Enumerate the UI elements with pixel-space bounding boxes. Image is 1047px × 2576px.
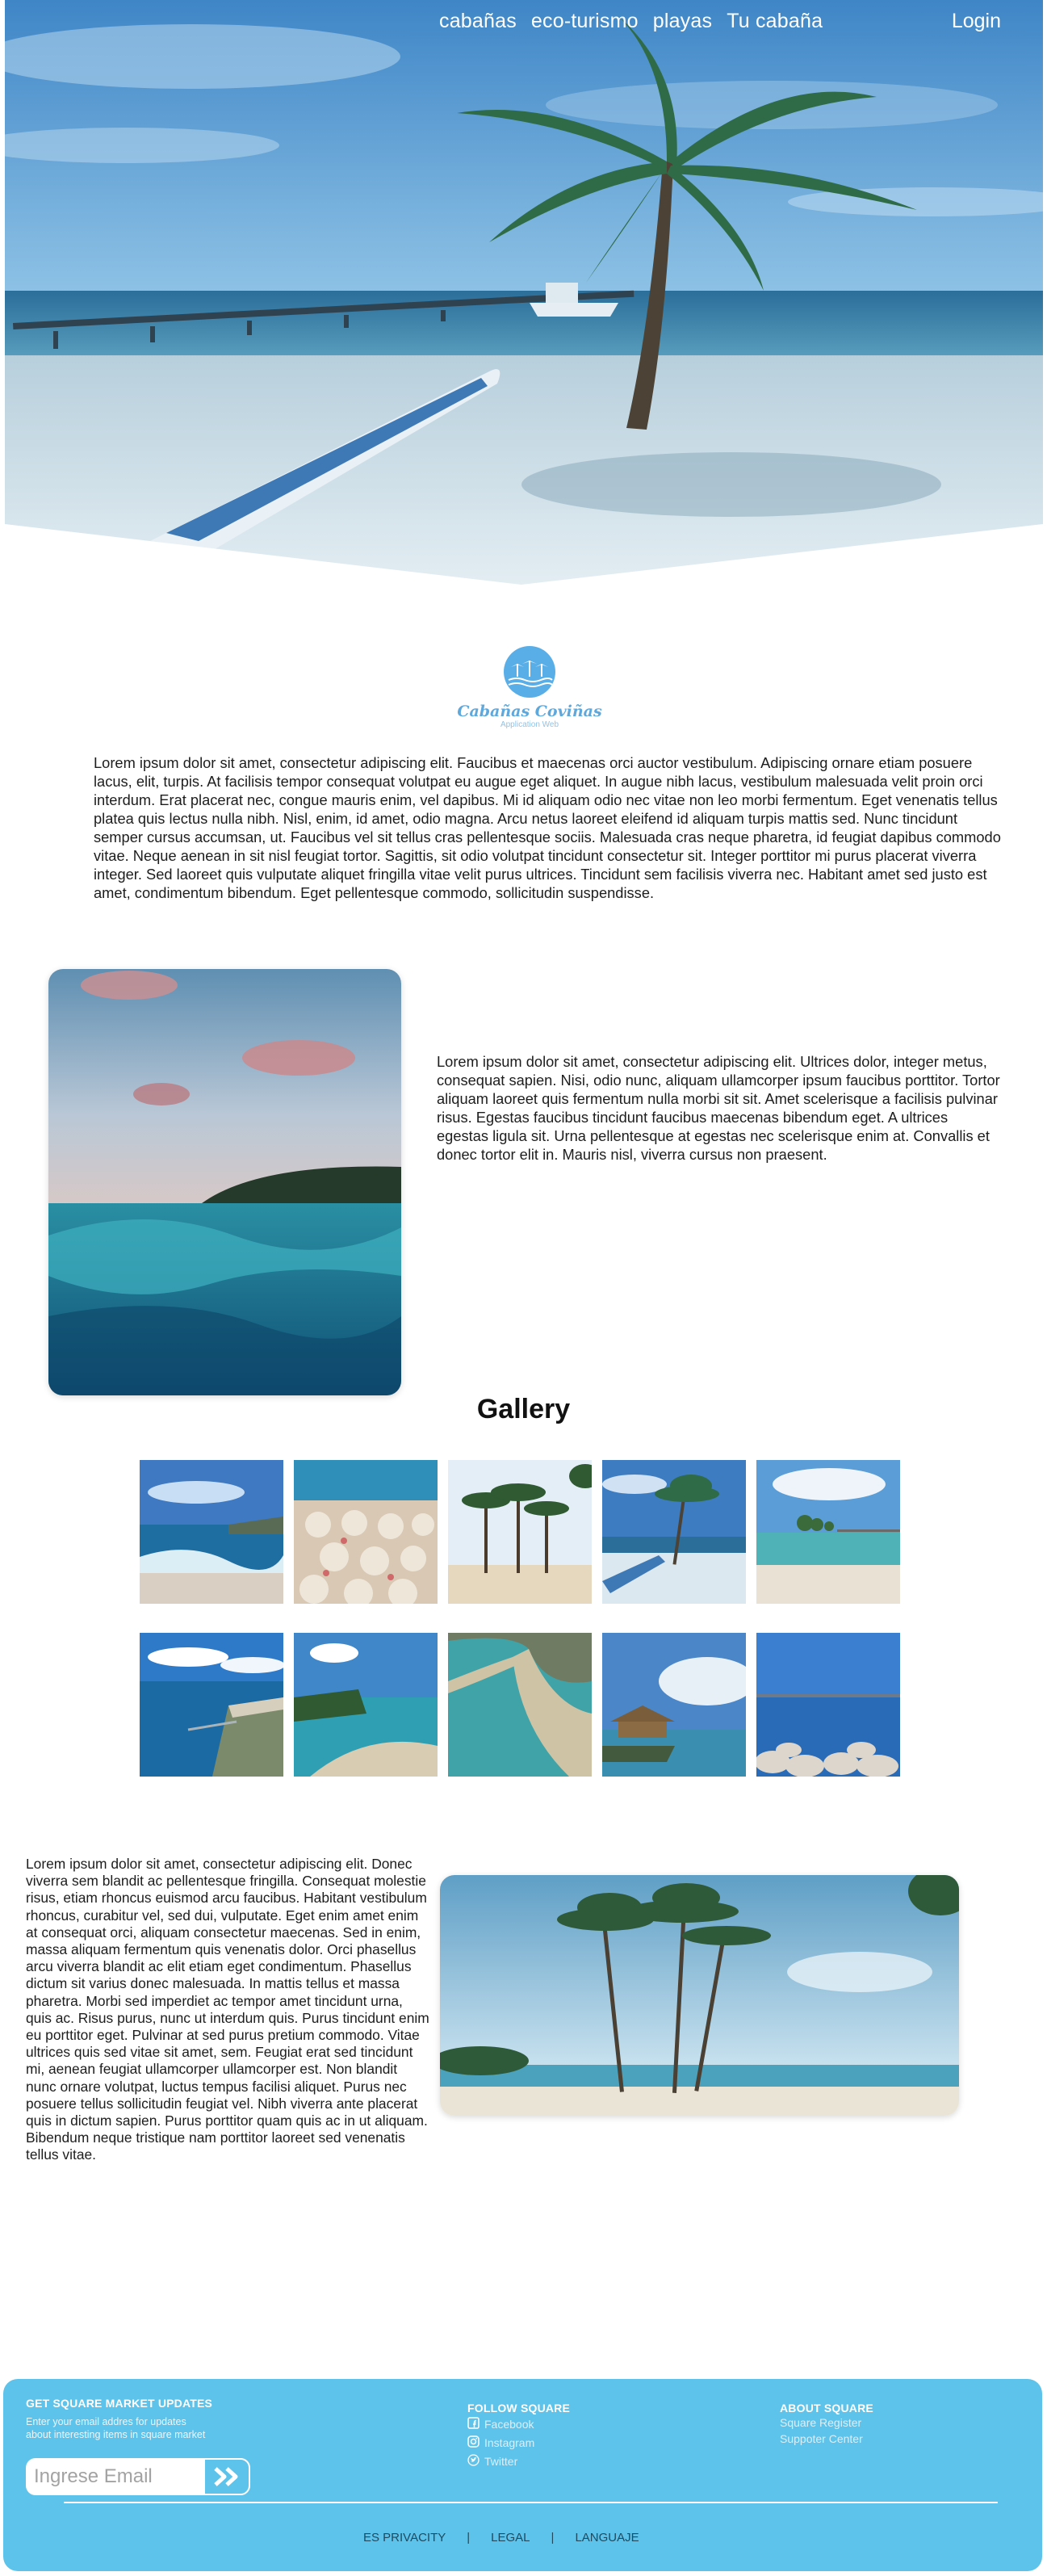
social-label-facebook: Facebook (484, 2417, 534, 2431)
footer-follow-title: FOLLOW SQUARE (467, 2402, 571, 2414)
social-label-twitter: Twitter (484, 2454, 518, 2468)
footer-separator: | (467, 2531, 471, 2545)
gallery-item-aerial-coast[interactable] (140, 1633, 283, 1777)
login-link[interactable]: Login (952, 10, 1001, 33)
top-nav: cabañas eco-turismo playas Tu cabaña Log… (5, 10, 1043, 42)
gallery-item-beach-trees[interactable] (294, 1633, 438, 1777)
instagram-icon (467, 2435, 480, 2450)
footer-bottom-links: ES PRIVACITY | LEGAL | LANGUAJE (363, 2531, 639, 2545)
ocean-wave-photo (48, 969, 401, 1395)
footer-link-privacy[interactable]: ES PRIVACITY (363, 2531, 446, 2545)
nav-link-playas[interactable]: playas (653, 10, 712, 33)
gallery-item-umbrellas[interactable] (294, 1460, 438, 1604)
nav-link-tu-cabana[interactable]: Tu cabaña (727, 10, 823, 33)
nav-links: cabañas eco-turismo playas Tu cabaña (439, 10, 823, 33)
footer-updates-title: GET SQUARE MARKET UPDATES (26, 2397, 213, 2410)
social-links: Facebook Instagram Twitter (467, 2414, 534, 2470)
intro-paragraph: Lorem ipsum dolor sit amet, consectetur … (94, 754, 1001, 901)
brand-name: Cabañas Coviñas (457, 703, 602, 720)
social-link-twitter[interactable]: Twitter (467, 2452, 534, 2470)
social-label-instagram: Instagram (484, 2435, 535, 2449)
palm-island-icon (504, 646, 555, 698)
section3-paragraph: Lorem ipsum dolor sit amet, consectetur … (26, 1856, 429, 2163)
nav-link-eco-turismo[interactable]: eco-turismo (531, 10, 639, 33)
hero-beach-image (5, 0, 1043, 587)
gallery-item-hut-pier[interactable] (602, 1633, 746, 1777)
footer-link-legal[interactable]: LEGAL (491, 2531, 530, 2545)
twitter-icon (467, 2453, 480, 2469)
gallery-item-palm-boat[interactable] (602, 1460, 746, 1604)
about-link-support-center[interactable]: Suppoter Center (780, 2431, 863, 2447)
facebook-icon (467, 2416, 480, 2431)
site-footer: GET SQUARE MARKET UPDATES Enter your ema… (3, 2379, 1042, 2571)
gallery-item-palm-trees[interactable] (448, 1460, 592, 1604)
gallery-item-aerial-bay[interactable] (448, 1633, 592, 1777)
footer-divider (64, 2502, 998, 2503)
double-chevron-right-icon (214, 2467, 238, 2486)
brand-logo: Cabañas Coviñas Application Web (457, 630, 602, 743)
gallery-title: Gallery (476, 1394, 571, 1424)
palm-beach-photo (440, 1875, 959, 2116)
about-link-square-register[interactable]: Square Register (780, 2414, 863, 2431)
gallery-item-bridge-rocks[interactable] (756, 1633, 900, 1777)
hero-banner: cabañas eco-turismo playas Tu cabaña Log… (5, 0, 1043, 589)
brand-subtitle: Application Web (500, 720, 559, 729)
footer-updates-desc-1: Enter your email addres for updates (26, 2416, 186, 2427)
nav-link-cabanas[interactable]: cabañas (439, 10, 517, 33)
subscribe-button[interactable] (203, 2458, 250, 2495)
gallery-item-beach-waves[interactable] (140, 1460, 283, 1604)
footer-link-language[interactable]: LANGUAJE (575, 2531, 639, 2545)
section2-paragraph: Lorem ipsum dolor sit amet, consectetur … (437, 1053, 1000, 1163)
email-subscribe (26, 2458, 250, 2495)
about-links: Square Register Suppoter Center (780, 2414, 863, 2447)
gallery-grid (140, 1460, 900, 1777)
footer-separator: | (551, 2531, 555, 2545)
gallery-item-dock-beach[interactable] (756, 1460, 900, 1604)
footer-updates-desc-2: about interesting items in square market (26, 2429, 206, 2440)
social-link-facebook[interactable]: Facebook (467, 2414, 534, 2433)
email-input[interactable] (26, 2458, 203, 2495)
footer-about-title: ABOUT SQUARE (780, 2402, 873, 2414)
social-link-instagram[interactable]: Instagram (467, 2433, 534, 2452)
